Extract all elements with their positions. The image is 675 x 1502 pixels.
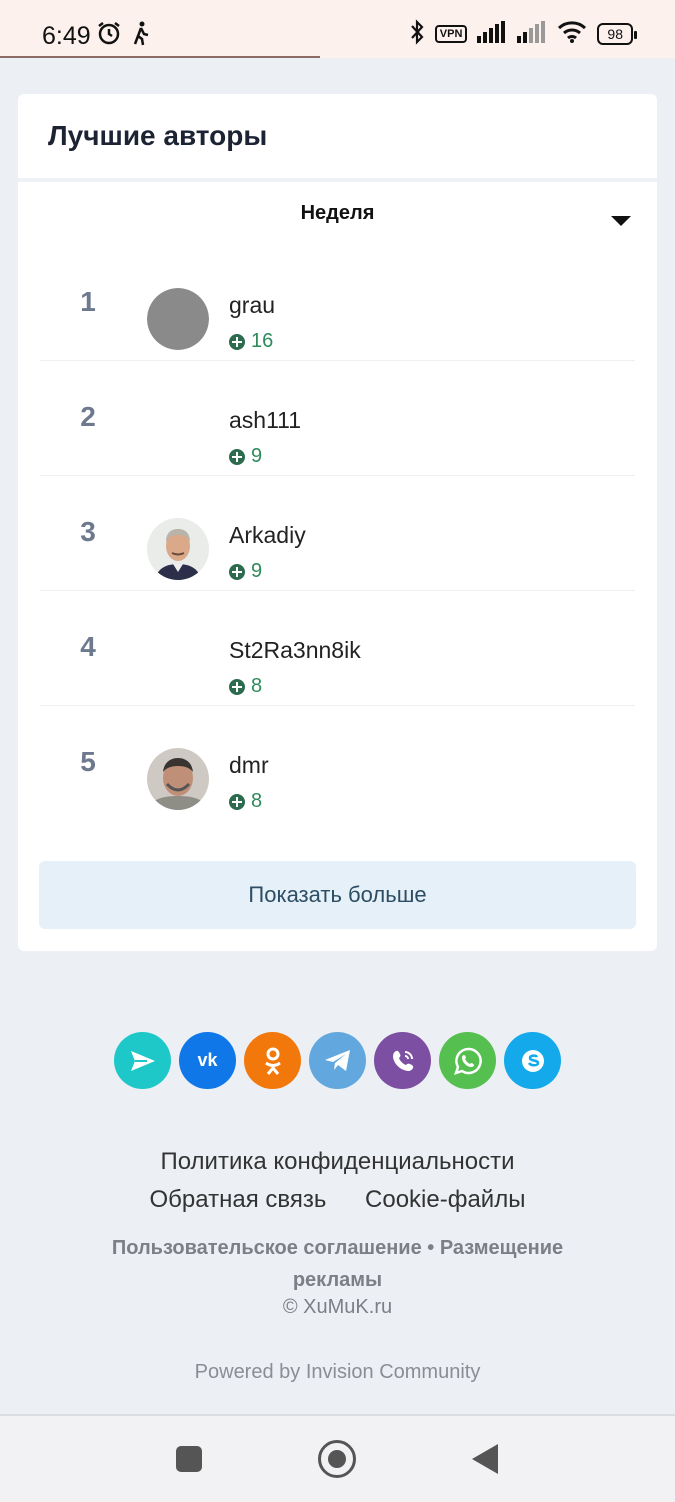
bluetooth-icon	[409, 18, 425, 50]
footer-links-row: Обратная связь Cookie-файлы	[0, 1186, 675, 1214]
authors-list: 1 grau 16 2 ash111 9 3 Arkadiy 9 4 St2Ra…	[40, 246, 635, 820]
reputation-value: 8	[251, 790, 263, 812]
footer-privacy-row: Политика конфиденциальности	[0, 1148, 675, 1176]
footer-agreement: Пользовательское соглашение • Размещение…	[0, 1232, 675, 1296]
author-name-link[interactable]: Arkadiy	[229, 522, 306, 549]
plus-circle-icon	[229, 333, 245, 350]
cookies-link[interactable]: Cookie-файлы	[365, 1186, 525, 1213]
divider	[18, 178, 657, 182]
widget-title: Лучшие авторы	[48, 120, 268, 151]
alarm-icon	[96, 20, 122, 51]
user-agreement-link[interactable]: Пользовательское соглашение • Размещение…	[112, 1237, 563, 1291]
author-rank: 3	[80, 516, 96, 547]
signal-icon	[477, 20, 507, 48]
whatsapp-icon[interactable]	[439, 1032, 496, 1089]
back-icon[interactable]	[472, 1444, 498, 1474]
avatar[interactable]	[147, 748, 209, 810]
plus-circle-icon	[229, 563, 245, 580]
author-name-link[interactable]: grau	[229, 292, 275, 319]
copyright: © XuMuK.ru	[282, 1296, 393, 1318]
page-load-progress	[0, 56, 320, 58]
reputation-score: 8	[229, 790, 262, 813]
recent-apps-icon[interactable]	[176, 1446, 202, 1472]
author-row: 5 dmr 8	[40, 706, 635, 820]
period-filter-dropdown[interactable]: Неделя	[18, 194, 657, 234]
reputation-value: 9	[251, 560, 263, 582]
top-authors-widget: Лучшие авторы Неделя 1 grau 16 2 ash111 …	[18, 94, 657, 951]
status-time: 6:49	[42, 22, 91, 50]
author-rank: 1	[80, 286, 96, 317]
feedback-link[interactable]: Обратная связь	[150, 1186, 327, 1213]
odnoklassniki-icon[interactable]	[244, 1032, 301, 1089]
privacy-policy-link[interactable]: Политика конфиденциальности	[160, 1148, 514, 1175]
social-share-bar: vk	[114, 1032, 561, 1089]
author-row: 3 Arkadiy 9	[40, 476, 635, 591]
reputation-score: 9	[229, 560, 262, 583]
vk-icon[interactable]: vk	[179, 1032, 236, 1089]
vpn-icon: VPN	[434, 25, 468, 43]
plus-circle-icon	[229, 678, 245, 695]
skype-icon[interactable]	[504, 1032, 561, 1089]
avatar[interactable]	[147, 288, 209, 350]
powered-by-link[interactable]: Powered by Invision Community	[0, 1361, 675, 1384]
author-row: 1 grau 16	[40, 246, 635, 361]
reputation-value: 9	[251, 445, 263, 467]
author-name-link[interactable]: ash111	[229, 407, 301, 434]
caret-down-icon	[611, 216, 631, 226]
walking-icon	[130, 20, 152, 51]
plus-circle-icon	[229, 793, 245, 810]
plus-circle-icon	[229, 448, 245, 465]
author-name-link[interactable]: St2Ra3nn8ik	[229, 637, 361, 664]
home-icon[interactable]	[318, 1440, 356, 1478]
author-name-link[interactable]: dmr	[229, 752, 269, 779]
wifi-icon	[557, 20, 587, 48]
reputation-score: 16	[229, 330, 273, 353]
share-icon[interactable]	[114, 1032, 171, 1089]
reputation-score: 9	[229, 445, 262, 468]
period-filter-label: Неделя	[300, 202, 375, 224]
status-bar: 6:49 VPN 98	[0, 0, 675, 58]
reputation-value: 8	[251, 675, 263, 697]
battery-icon: 98	[597, 23, 637, 45]
system-nav-bar	[0, 1414, 675, 1502]
author-rank: 4	[80, 631, 96, 662]
viber-icon[interactable]	[374, 1032, 431, 1089]
author-row: 4 St2Ra3nn8ik 8	[40, 591, 635, 706]
author-rank: 2	[80, 401, 96, 432]
avatar[interactable]	[147, 518, 209, 580]
telegram-icon[interactable]	[309, 1032, 366, 1089]
show-more-button[interactable]: Показать больше	[39, 861, 636, 929]
author-row: 2 ash111 9	[40, 361, 635, 476]
author-rank: 5	[80, 746, 96, 777]
reputation-score: 8	[229, 675, 262, 698]
signal-icon	[517, 20, 547, 48]
reputation-value: 16	[251, 330, 274, 352]
